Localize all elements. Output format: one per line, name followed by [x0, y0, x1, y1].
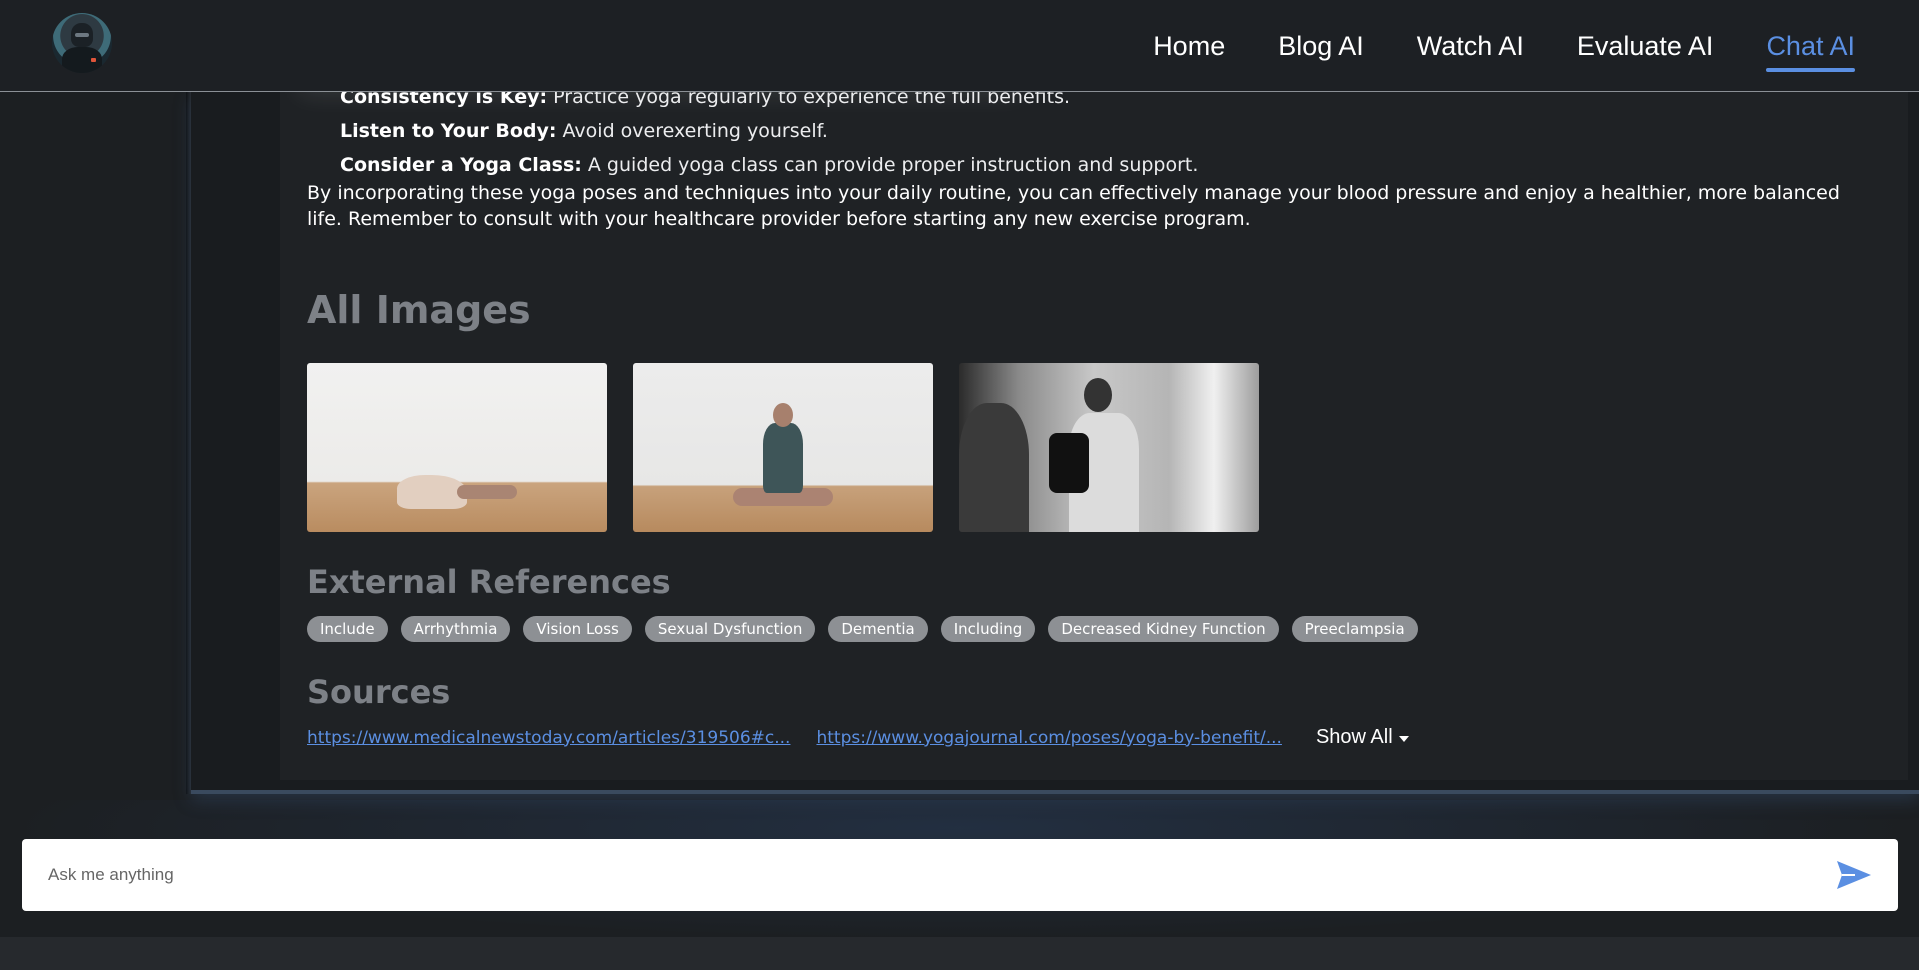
- image-thumbnail-seated-pose[interactable]: [633, 363, 933, 532]
- image-gallery: [307, 363, 1259, 532]
- avatar[interactable]: [52, 13, 112, 73]
- nav-blog-ai[interactable]: Blog AI: [1278, 30, 1364, 72]
- send-icon[interactable]: [1832, 853, 1876, 897]
- figure-shape: [959, 403, 1029, 532]
- list-item: Listen to Your Body: Avoid overexerting …: [340, 114, 1198, 148]
- bullet-term: Listen to Your Body:: [340, 120, 557, 142]
- images-title: All Images: [307, 288, 531, 332]
- reference-chip[interactable]: Preeclampsia: [1291, 616, 1418, 642]
- bullet-text: Avoid overexerting yourself.: [556, 120, 828, 142]
- source-link[interactable]: https://www.medicalnewstoday.com/article…: [307, 728, 790, 748]
- figure-shape: [1049, 433, 1089, 493]
- caret-down-icon: [1398, 735, 1409, 742]
- figure-shape: [1084, 378, 1112, 412]
- footer-strip: [0, 937, 1919, 970]
- avatar-body: [62, 47, 102, 73]
- show-all-label: Show All: [1315, 726, 1393, 748]
- figure-shape: [773, 403, 793, 427]
- reference-chips: Include Arrhythmia Vision Loss Sexual Dy…: [307, 616, 1418, 642]
- reference-chip[interactable]: Arrhythmia: [400, 616, 511, 642]
- reference-chip[interactable]: Dementia: [828, 616, 928, 642]
- main-nav: Home Blog AI Watch AI Evaluate AI Chat A…: [1153, 30, 1855, 72]
- figure-shape: [763, 423, 803, 493]
- image-thumbnail-child-pose[interactable]: [307, 363, 607, 532]
- reference-chip[interactable]: Include: [307, 616, 388, 642]
- list-item: Consider a Yoga Class: A guided yoga cla…: [340, 148, 1198, 182]
- tips-list: Consistency is Key: Practice yoga regula…: [340, 80, 1198, 182]
- sources-list: https://www.medicalnewstoday.com/article…: [307, 726, 1409, 749]
- answer-paragraph: By incorporating these yoga poses and te…: [307, 182, 1840, 230]
- chat-bar: [22, 839, 1898, 911]
- reference-chip[interactable]: Sexual Dysfunction: [644, 616, 816, 642]
- figure-shape: [457, 485, 517, 499]
- avatar-glow: [91, 58, 96, 62]
- nav-watch-ai[interactable]: Watch AI: [1417, 30, 1524, 72]
- show-all-button[interactable]: Show All: [1316, 726, 1409, 749]
- top-navbar: Home Blog AI Watch AI Evaluate AI Chat A…: [0, 0, 1919, 92]
- nav-home[interactable]: Home: [1153, 30, 1225, 72]
- bullet-text: A guided yoga class can provide proper i…: [581, 154, 1199, 176]
- image-thumbnail-drinking[interactable]: [959, 363, 1259, 532]
- reference-chip[interactable]: Decreased Kidney Function: [1048, 616, 1279, 642]
- reference-chip[interactable]: Vision Loss: [523, 616, 632, 642]
- avatar-visor: [75, 33, 89, 37]
- chat-input[interactable]: [48, 865, 1832, 885]
- bullet-term: Consider a Yoga Class:: [340, 154, 582, 176]
- sources-title: Sources: [307, 673, 451, 711]
- nav-chat-ai[interactable]: Chat AI: [1766, 30, 1855, 72]
- source-link[interactable]: https://www.yogajournal.com/poses/yoga-b…: [816, 728, 1281, 748]
- page: Home Blog AI Watch AI Evaluate AI Chat A…: [0, 0, 1919, 970]
- reference-chip[interactable]: Including: [940, 616, 1036, 642]
- nav-evaluate-ai[interactable]: Evaluate AI: [1577, 30, 1714, 72]
- references-title: External References: [307, 563, 671, 601]
